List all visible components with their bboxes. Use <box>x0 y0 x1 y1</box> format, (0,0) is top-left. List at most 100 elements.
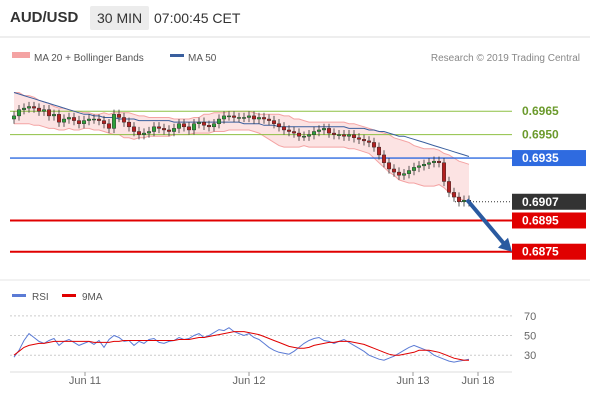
candle-body <box>437 160 442 163</box>
credit-label: Research © 2019 Trading Central <box>431 53 580 64</box>
ma20-legend-label: MA 20 + Bollinger Bands <box>34 53 144 64</box>
candle-body <box>231 115 236 118</box>
candle-body <box>161 128 166 131</box>
candle-body <box>407 170 412 174</box>
candle-body <box>236 117 241 119</box>
candle-body <box>62 118 67 123</box>
rsi-tick-label: 30 <box>524 350 536 362</box>
candle-body <box>151 126 156 132</box>
candle-body <box>47 109 52 117</box>
rsi-legend-label: RSI <box>32 292 49 303</box>
timestamp-label: 07:00:45 CET <box>154 10 241 26</box>
x-tick-label: Jun 18 <box>461 375 494 387</box>
ma50-legend-swatch <box>170 54 184 57</box>
chart-header: AUD/USD 30 MIN 07:00:45 CET <box>0 0 590 36</box>
candle-body <box>86 118 91 121</box>
candle-body <box>32 106 37 109</box>
candle-body <box>91 118 96 121</box>
candle-body <box>106 123 111 129</box>
candle-body <box>262 117 267 120</box>
candle-body <box>412 167 417 171</box>
candle-body <box>387 162 392 170</box>
candle-body <box>382 154 387 163</box>
candle-body <box>126 121 131 128</box>
candle-body <box>52 114 57 117</box>
candle-body <box>146 131 151 134</box>
candle-body <box>196 121 201 124</box>
candle-body <box>287 129 292 132</box>
candle-body <box>327 128 332 134</box>
candle-body <box>37 107 42 112</box>
candle-body <box>226 115 231 118</box>
interval-selector[interactable]: 30 MIN <box>90 6 150 30</box>
price-chart: MA 20 + Bollinger Bands MA 50 Research © 2… <box>0 36 590 387</box>
candle-body <box>57 114 62 123</box>
candle-body <box>342 134 347 137</box>
candle-body <box>442 162 447 182</box>
candle-body <box>337 134 342 136</box>
symbol-label: AUD/USD <box>10 9 79 26</box>
resistance-level-label: 0.6965 <box>522 104 559 118</box>
candle-body <box>17 109 22 117</box>
candle-body <box>22 107 27 110</box>
candle-body <box>267 118 272 121</box>
rsi-line <box>13 327 470 363</box>
candle-body <box>272 120 277 124</box>
candle-body <box>317 129 322 132</box>
bollinger-band <box>14 92 469 202</box>
candle-body <box>422 164 427 167</box>
candle-body <box>417 165 422 168</box>
candle-body <box>322 128 327 131</box>
candle-body <box>211 123 216 128</box>
candle-body <box>76 120 81 124</box>
rsi-ma-legend-swatch <box>62 294 76 297</box>
candle-body <box>71 117 76 121</box>
candle-body <box>362 139 367 142</box>
candle-body <box>377 146 382 156</box>
candle-body <box>206 125 211 128</box>
candle-body <box>462 199 467 202</box>
last-price-label: 0.6907 <box>522 195 559 209</box>
candle-body <box>166 129 171 132</box>
ma50-legend-label: MA 50 <box>188 53 217 64</box>
candle-body <box>297 132 302 137</box>
candle-body <box>257 117 262 120</box>
candle-body <box>282 126 287 131</box>
candle-body <box>251 115 256 120</box>
candle-body <box>457 196 462 202</box>
rsi-ma-legend-label: 9MA <box>82 292 103 303</box>
candle-body <box>302 135 307 138</box>
candle-body <box>277 123 282 128</box>
rsi-legend-swatch <box>12 294 26 297</box>
candle-body <box>332 132 337 135</box>
x-tick-label: Jun 11 <box>69 375 101 387</box>
target-level-label: 0.6875 <box>522 245 559 259</box>
candle-body <box>367 140 372 143</box>
x-tick-label: Jun 13 <box>396 375 429 387</box>
candle-body <box>121 117 126 123</box>
candle-body <box>221 115 226 120</box>
candle-body <box>131 126 136 132</box>
rsi-tick-label: 70 <box>524 311 536 323</box>
candle-body <box>246 115 251 118</box>
candle-body <box>96 118 101 121</box>
candle-body <box>171 128 176 132</box>
candle-body <box>141 132 146 135</box>
x-tick-label: Jun 12 <box>232 375 265 387</box>
candle-body <box>402 173 407 176</box>
candle-body <box>357 137 362 140</box>
candle-body <box>11 115 16 120</box>
candle-body <box>307 134 312 137</box>
candle-body <box>452 192 457 198</box>
candle-body <box>397 171 402 176</box>
candle-body <box>241 117 246 119</box>
candle-body <box>116 114 121 118</box>
candle-body <box>427 162 432 165</box>
candle-body <box>292 131 297 134</box>
candle-body <box>447 181 452 193</box>
candle-body <box>312 131 317 135</box>
candle-body <box>191 123 196 131</box>
candle-body <box>372 142 377 148</box>
candle-body <box>186 126 191 131</box>
candle-body <box>216 118 221 124</box>
